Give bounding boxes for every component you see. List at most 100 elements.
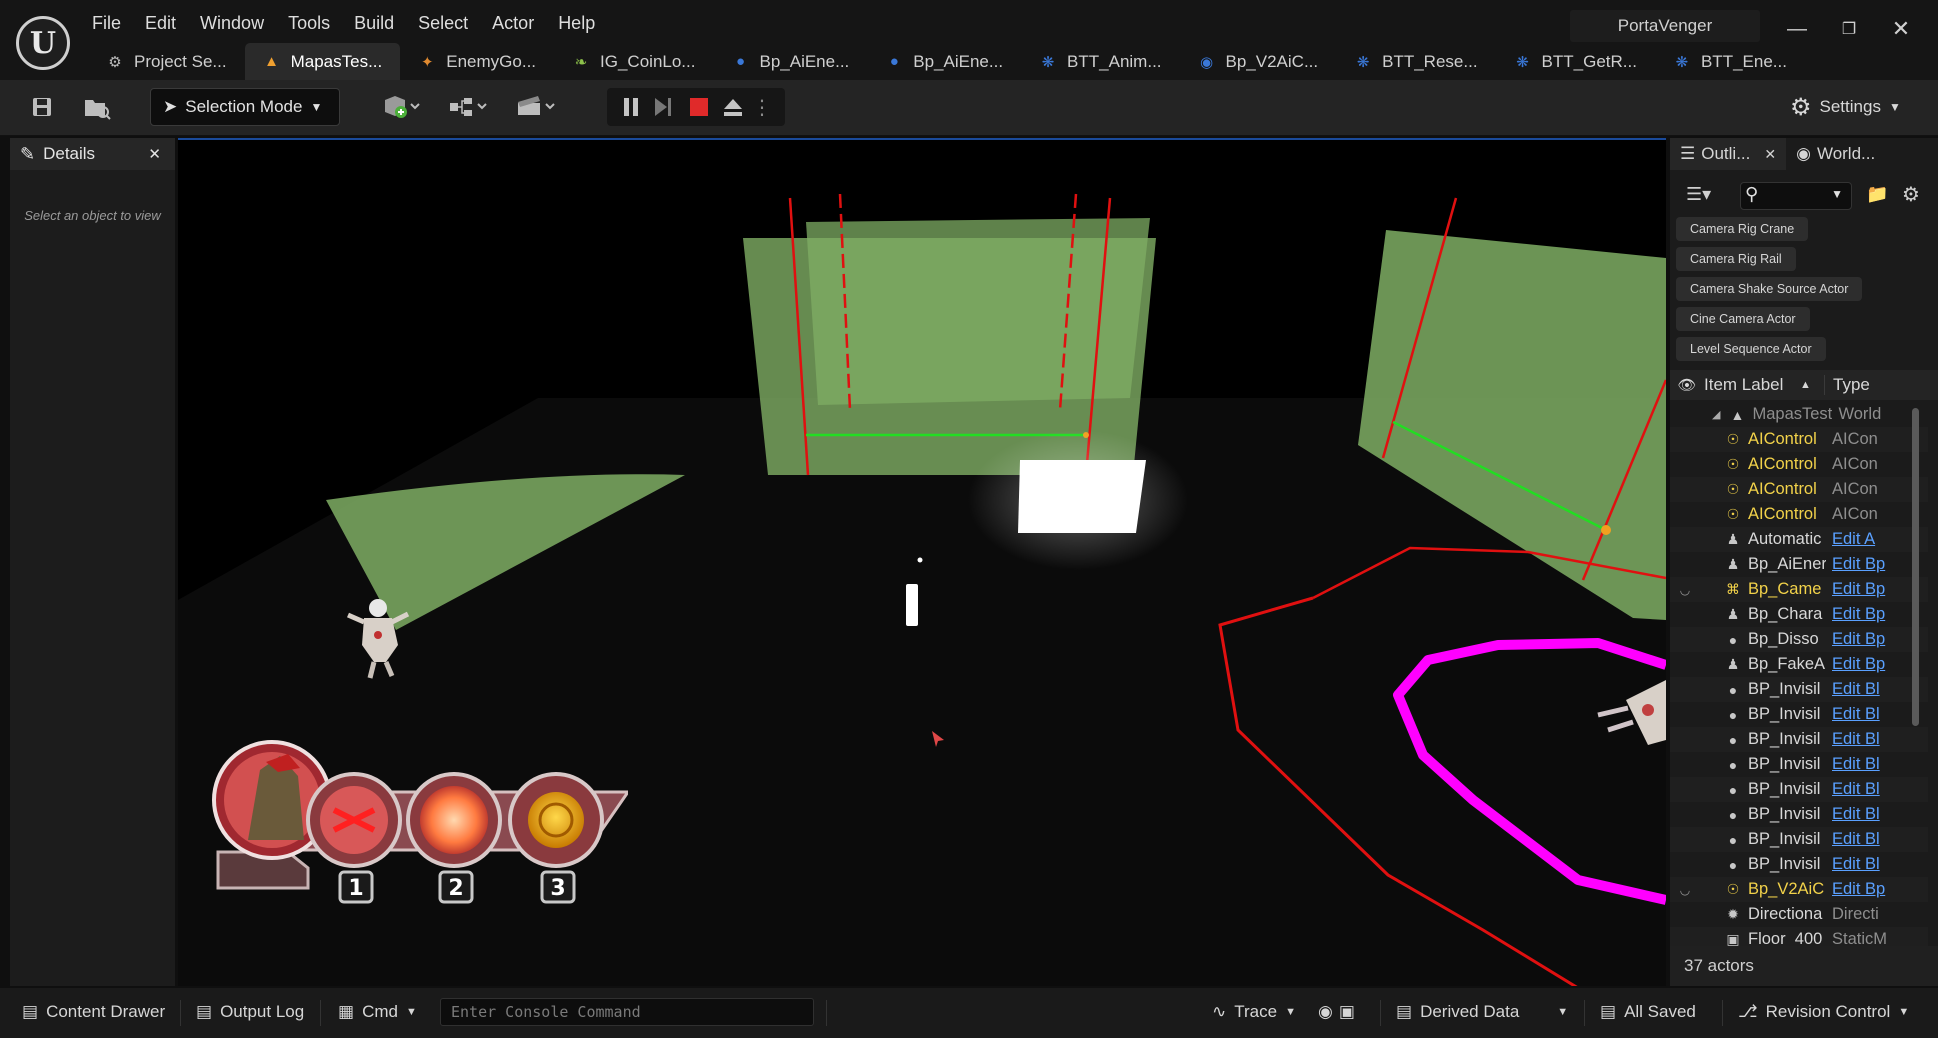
- tab-btt-anim[interactable]: ❋ BTT_Anim...: [1021, 43, 1179, 80]
- tab-bp-aienemy-2[interactable]: ● Bp_AiEne...: [867, 43, 1021, 80]
- menu-file[interactable]: File: [80, 10, 133, 38]
- blueprint-button[interactable]: [446, 90, 492, 124]
- tab-bp-aienemy-1[interactable]: ● Bp_AiEne...: [713, 43, 867, 80]
- tab-level-mapas[interactable]: ▲ MapasTes...: [244, 43, 401, 80]
- console-command-input[interactable]: [440, 998, 814, 1026]
- tab-btt-getr[interactable]: ❋ BTT_GetR...: [1496, 43, 1655, 80]
- outliner-row[interactable]: ☉ AIControl AICon: [1670, 477, 1928, 502]
- menu-edit[interactable]: Edit: [133, 10, 188, 38]
- gear-icon[interactable]: ⚙: [1902, 182, 1920, 207]
- settings-button[interactable]: ⚙ Settings ▼: [1790, 92, 1901, 122]
- trace-dropdown[interactable]: ∿ Trace ▼: [1202, 994, 1306, 1030]
- edit-blueprint-link[interactable]: Edit Bp: [1832, 580, 1892, 599]
- tab-bp-v2aic[interactable]: ◉ Bp_V2AiC...: [1180, 43, 1337, 80]
- visibility-eye-icon[interactable]: ◡: [1670, 583, 1700, 597]
- pause-icon[interactable]: [617, 90, 645, 124]
- level-viewport[interactable]: 1 2 3: [178, 138, 1666, 986]
- edit-blueprint-link[interactable]: Edit Bl: [1832, 855, 1892, 874]
- more-options-icon[interactable]: ⋮: [752, 90, 772, 124]
- edit-blueprint-link[interactable]: Edit Bl: [1832, 755, 1892, 774]
- outliner-row[interactable]: ● BP_Invisil Edit Bl: [1670, 827, 1928, 852]
- cmd-dropdown[interactable]: ▦ Cmd ▼: [328, 994, 427, 1030]
- menu-window[interactable]: Window: [188, 10, 276, 38]
- edit-blueprint-link[interactable]: Edit Bl: [1832, 730, 1892, 749]
- outliner-row[interactable]: ◡ ⌘ Bp_Came Edit Bp: [1670, 577, 1928, 602]
- expand-arrow-icon[interactable]: ◢: [1712, 408, 1720, 421]
- edit-blueprint-link[interactable]: Edit Bp: [1832, 555, 1892, 574]
- minimize-icon[interactable]: —: [1780, 14, 1814, 44]
- revision-control-dropdown[interactable]: ⎇ Revision Control ▼: [1728, 994, 1919, 1030]
- outliner-row[interactable]: ☉ AIControl AICon: [1670, 502, 1928, 527]
- close-icon[interactable]: ✕: [1764, 146, 1776, 163]
- edit-blueprint-link[interactable]: Edit A: [1832, 530, 1892, 549]
- menu-tools[interactable]: Tools: [276, 10, 342, 38]
- outliner-row[interactable]: ☉ AIControl AICon: [1670, 452, 1928, 477]
- stop-icon[interactable]: [685, 90, 713, 124]
- outliner-row[interactable]: ● BP_Invisil Edit Bl: [1670, 727, 1928, 752]
- menu-build[interactable]: Build: [342, 10, 406, 38]
- edit-blueprint-link[interactable]: Edit Bl: [1832, 805, 1892, 824]
- outliner-row[interactable]: ♟ Bp_AiEner Edit Bp: [1670, 552, 1928, 577]
- outliner-row[interactable]: ● BP_Invisil Edit Bl: [1670, 802, 1928, 827]
- outliner-row[interactable]: ● BP_Invisil Edit Bl: [1670, 777, 1928, 802]
- save-icon[interactable]: [26, 90, 58, 124]
- restore-icon[interactable]: ❐: [1832, 14, 1866, 44]
- outliner-row[interactable]: ● BP_Invisil Edit Bl: [1670, 702, 1928, 727]
- outliner-search-input[interactable]: ⚲ ▼: [1740, 182, 1852, 210]
- tab-btt-enemy[interactable]: ❋ BTT_Ene...: [1655, 43, 1805, 80]
- tab-project-settings[interactable]: ⚙ Project Se...: [88, 43, 245, 80]
- edit-blueprint-link[interactable]: Edit Bl: [1832, 830, 1892, 849]
- edit-blueprint-link[interactable]: Edit Bp: [1832, 605, 1892, 624]
- close-icon[interactable]: ✕: [148, 145, 161, 163]
- visibility-eye-icon[interactable]: ◡: [1670, 883, 1700, 897]
- step-forward-icon[interactable]: [649, 90, 677, 124]
- details-tab[interactable]: ✎ Details ✕: [10, 138, 175, 170]
- outliner-row[interactable]: ◢ ▲ MapasTeste World: [1670, 402, 1928, 427]
- visibility-eye-icon[interactable]: 👁: [1670, 376, 1704, 394]
- close-window-icon[interactable]: ✕: [1884, 14, 1918, 44]
- tab-outliner[interactable]: ☰ Outli... ✕: [1670, 138, 1787, 170]
- tab-btt-reset[interactable]: ❋ BTT_Rese...: [1336, 43, 1495, 80]
- cinematics-button[interactable]: [514, 90, 560, 124]
- outliner-row[interactable]: ● BP_Invisil Edit Bl: [1670, 677, 1928, 702]
- column-type[interactable]: Type: [1824, 375, 1870, 395]
- browse-icon[interactable]: [80, 90, 114, 124]
- outliner-row[interactable]: ☉ AIControl AICon: [1670, 427, 1928, 452]
- tab-input-coin[interactable]: ❧ IG_CoinLo...: [554, 43, 713, 80]
- content-drawer-button[interactable]: ▤ Content Drawer: [12, 994, 175, 1030]
- derived-data-dropdown[interactable]: ▤ Derived Data ▼: [1386, 994, 1578, 1030]
- tab-enemy-anim[interactable]: ✦ EnemyGo...: [400, 43, 554, 80]
- all-saved-button[interactable]: ▤ All Saved: [1590, 994, 1706, 1030]
- outliner-row[interactable]: ♟ Automatic Edit A: [1670, 527, 1928, 552]
- edit-blueprint-link[interactable]: Edit Bl: [1832, 680, 1892, 699]
- menu-actor[interactable]: Actor: [480, 10, 546, 38]
- add-folder-icon[interactable]: 📁: [1866, 184, 1888, 205]
- outliner-row[interactable]: ● BP_Invisil Edit Bl: [1670, 752, 1928, 777]
- menu-help[interactable]: Help: [546, 10, 607, 38]
- edit-blueprint-link[interactable]: Edit Bp: [1832, 655, 1892, 674]
- filter-chip-cine-camera[interactable]: Cine Camera Actor: [1676, 307, 1810, 331]
- column-item-label[interactable]: Item Label: [1704, 375, 1800, 395]
- outliner-scrollbar[interactable]: [1912, 408, 1919, 726]
- menu-select[interactable]: Select: [406, 10, 480, 38]
- outliner-row[interactable]: ✹ Directiona Directi: [1670, 902, 1928, 927]
- outliner-row[interactable]: ♟ Bp_FakeA Edit Bp: [1670, 652, 1928, 677]
- edit-blueprint-link[interactable]: Edit Bp: [1832, 880, 1892, 899]
- filter-icon[interactable]: ☰▾: [1686, 184, 1711, 205]
- tab-world-settings[interactable]: ◉ World...: [1786, 138, 1885, 170]
- outliner-row[interactable]: ♟ Bp_Chara Edit Bp: [1670, 602, 1928, 627]
- insights-buttons[interactable]: ◉ ▣: [1308, 994, 1365, 1030]
- edit-blueprint-link[interactable]: Edit Bl: [1832, 780, 1892, 799]
- eject-icon[interactable]: [719, 90, 747, 124]
- outliner-row[interactable]: ◡ ☉ Bp_V2AiC Edit Bp: [1670, 877, 1928, 902]
- selection-mode-dropdown[interactable]: ➤ Selection Mode ▼: [150, 88, 340, 126]
- unreal-logo-icon[interactable]: U: [16, 16, 70, 70]
- outliner-row[interactable]: ● BP_Invisil Edit Bl: [1670, 852, 1928, 877]
- outliner-row[interactable]: ● Bp_Disso Edit Bp: [1670, 627, 1928, 652]
- add-actor-button[interactable]: [378, 90, 424, 124]
- output-log-button[interactable]: ▤ Output Log: [186, 994, 314, 1030]
- filter-chip-camera-shake[interactable]: Camera Shake Source Actor: [1676, 277, 1863, 301]
- filter-chip-camera-rig-rail[interactable]: Camera Rig Rail: [1676, 247, 1796, 271]
- edit-blueprint-link[interactable]: Edit Bl: [1832, 705, 1892, 724]
- edit-blueprint-link[interactable]: Edit Bp: [1832, 630, 1892, 649]
